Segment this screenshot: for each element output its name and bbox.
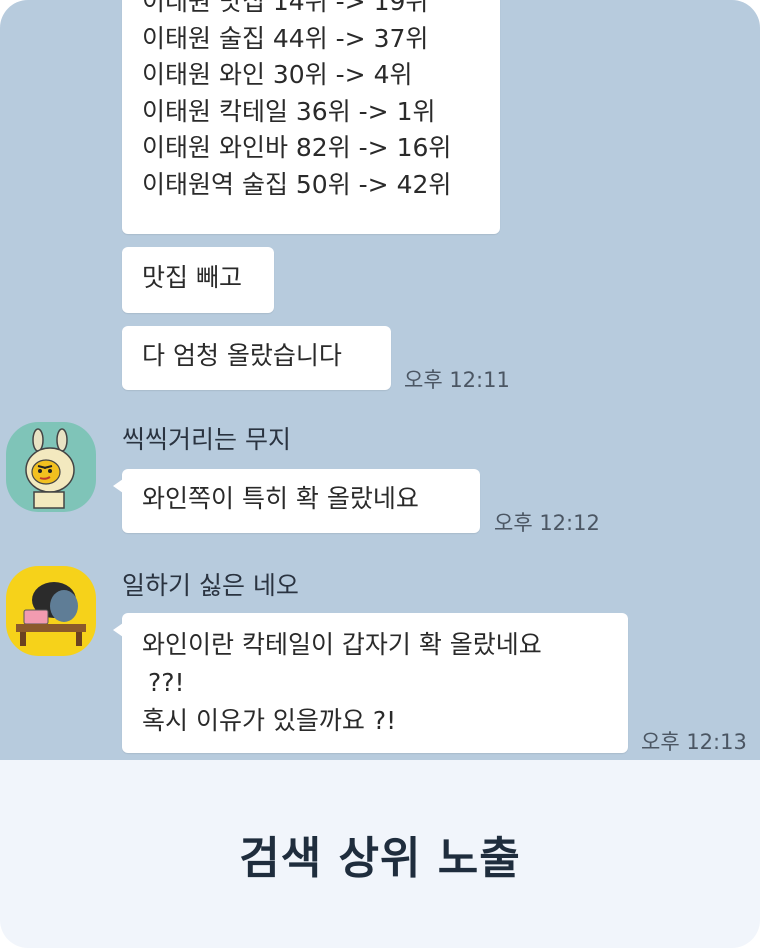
message-text: 와인쪽이 특히 확 올랐네요: [142, 484, 419, 513]
chat-screenshot: 이태원 맛집 14위 -> 19위 이태원 술집 44위 -> 37위 이태원 …: [0, 0, 760, 760]
muzi-character-avatar[interactable]: [6, 422, 96, 512]
ranking-line: 이태원 칵테일 36위 -> 1위: [142, 96, 436, 126]
message-text: 맛집 빼고: [142, 263, 242, 292]
message-bubble-rankings: 이태원 맛집 14위 -> 19위 이태원 술집 44위 -> 37위 이태원 …: [122, 0, 500, 234]
message-text: 혹시 이유가 있을까요 ?!: [142, 706, 397, 735]
ranking-line: 이태원 와인 30위 -> 4위: [142, 60, 413, 89]
message-text: 다 엄청 올랐습니다: [142, 341, 342, 370]
ranking-line: 이태원 술집 44위 -> 37위: [142, 23, 429, 53]
message-time: 오후 12:11: [404, 368, 510, 392]
neo-character-avatar[interactable]: [6, 566, 96, 656]
avatar-illustration: [25, 428, 75, 509]
sender-name: 씩씩거리는 무지: [122, 425, 291, 454]
card: 이태원 맛집 14위 -> 19위 이태원 술집 44위 -> 37위 이태원 …: [0, 0, 760, 948]
avatar-illustration: [16, 582, 86, 646]
message-time: 오후 12:12: [494, 511, 600, 535]
ranking-line: 이태원역 술집 50위 -> 42위: [142, 169, 452, 199]
ranking-line: 이태원 와인바 82위 -> 16위: [142, 133, 452, 162]
caption-title: 검색 상위 노출: [239, 833, 521, 884]
sender-name: 일하기 싫은 네오: [122, 571, 299, 600]
message-bubble: 맛집 빼고: [122, 247, 274, 313]
message-time: 오후 12:13: [641, 730, 747, 754]
message-text: ??!: [148, 668, 185, 697]
message-text: 와인이란 칵테일이 갑자기 확 올랐네요: [142, 630, 542, 659]
ranking-line: 이태원 맛집 14위 -> 19위: [142, 0, 429, 16]
message-bubble: 다 엄청 올랐습니다: [122, 326, 391, 390]
message-bubble: 와인이란 칵테일이 갑자기 확 올랐네요 ??! 혹시 이유가 있을까요 ?!: [113, 613, 628, 753]
message-bubble: 와인쪽이 특히 확 올랐네요: [113, 469, 480, 533]
